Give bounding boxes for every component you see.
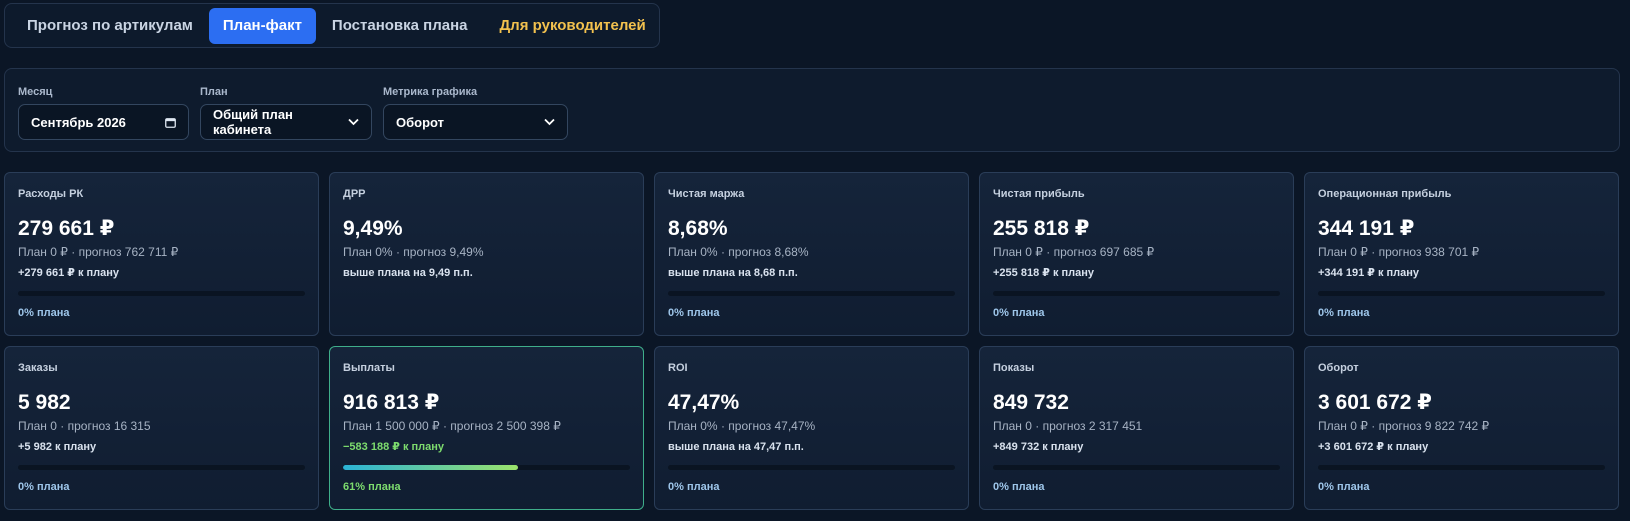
kpi-card-title: Выплаты [343,362,395,374]
metric-filter: Метрика графика Оборот [383,86,568,140]
plan-select[interactable]: Общий план кабинета [200,104,372,140]
kpi-card-delta: +5 982 к плану [18,441,97,453]
plan-value: Общий план кабинета [213,107,293,137]
kpi-card-plan-forecast: План 0 ₽ · прогноз 9 822 742 ₽ [1318,419,1490,433]
kpi-progress-bar [18,465,305,470]
month-label: Месяц [18,86,53,98]
kpi-card-plan-percent: 0% плана [1318,481,1370,493]
kpi-card-title: Показы [993,362,1035,374]
kpi-progress-bar [993,465,1280,470]
kpi-progress-bar [1318,465,1605,470]
month-input[interactable]: Сентябрь 2026 [18,104,189,140]
kpi-card-delta: +849 732 к плану [993,441,1084,453]
kpi-card-plan-percent: 0% плана [18,481,70,493]
kpi-card-plan-forecast: План 0% · прогноз 47,47% [668,419,816,433]
month-value: Сентябрь 2026 [31,114,126,130]
tab-forecast-by-article[interactable]: Прогноз по артикулам [11,8,209,44]
kpi-card-delta: +255 818 ₽ к плану [993,267,1095,279]
kpi-card: Заказы 5 982 План 0 · прогноз 16 315 +5 982… [4,346,319,510]
metric-select[interactable]: Оборот [383,104,568,140]
plan-label: План [200,86,228,98]
kpi-card-value: 9,49% [343,217,403,240]
kpi-card-value: 344 191 ₽ [1318,217,1415,240]
kpi-card-delta: −583 188 ₽ к плану [343,441,445,453]
kpi-card-value: 3 601 672 ₽ [1318,391,1432,414]
kpi-card-plan-forecast: План 0 ₽ · прогноз 762 711 ₽ [18,245,179,259]
kpi-card-plan-percent: 0% плана [668,307,720,319]
kpi-card-plan-percent: 0% плана [993,307,1045,319]
kpi-progress-bar [343,465,630,470]
kpi-card-title: ДРР [343,188,366,200]
kpi-card-plan-forecast: План 0 ₽ · прогноз 697 685 ₽ [993,245,1155,259]
kpi-card-value: 279 661 ₽ [18,217,115,240]
kpi-card-title: Чистая маржа [668,188,745,200]
kpi-card: Расходы РК 279 661 ₽ План 0 ₽ · прогноз 76… [4,172,319,336]
chevron-down-icon [348,118,359,126]
kpi-card-plan-percent: 0% плана [993,481,1045,493]
kpi-card-plan-forecast: План 0 · прогноз 16 315 [18,419,151,433]
kpi-card-delta: +279 661 ₽ к плану [18,267,120,279]
kpi-card: ROI 47,47% План 0% · прогноз 47,47% выше пл… [654,346,969,510]
kpi-card: Оборот 3 601 672 ₽ План 0 ₽ · прогноз 9 82… [1304,346,1619,510]
kpi-card-delta: выше плана на 8,68 п.п. [668,267,798,279]
kpi-card-value: 916 813 ₽ [343,391,440,414]
kpi-card: Операционная прибыль 344 191 ₽ План 0 ₽ · … [1304,172,1619,336]
kpi-card-title: ROI [668,362,688,374]
kpi-card-title: Расходы РК [18,188,84,200]
kpi-card-delta: выше плана на 47,47 п.п. [668,441,804,453]
kpi-card-delta: +344 191 ₽ к плану [1318,267,1420,279]
kpi-progress-bar [18,291,305,296]
kpi-card-delta: +3 601 672 ₽ к плану [1318,441,1429,453]
kpi-card-value: 849 732 [993,391,1069,414]
kpi-card-value: 5 982 [18,391,71,414]
kpi-progress-fill [343,465,519,470]
kpi-card-plan-percent: 0% плана [18,307,70,319]
kpi-card: Показы 849 732 План 0 · прогноз 2 317 451 +… [979,346,1294,510]
kpi-card: Чистая прибыль 255 818 ₽ План 0 ₽ · прогно… [979,172,1294,336]
chevron-down-icon [544,118,555,126]
kpi-card-title: Заказы [18,362,58,374]
kpi-cards-grid: Расходы РК 279 661 ₽ План 0 ₽ · прогноз 76… [4,172,1619,510]
kpi-card-title: Оборот [1318,362,1359,374]
kpi-progress-bar [993,291,1280,296]
metric-label: Метрика графика [383,86,478,98]
kpi-card-delta: выше плана на 9,49 п.п. [343,267,473,279]
kpi-card-plan-percent: 61% плана [343,481,401,493]
kpi-progress-bar [1318,291,1605,296]
kpi-card-title: Операционная прибыль [1318,188,1452,200]
calendar-icon[interactable] [165,117,176,128]
tab-bar: Прогноз по артикулам План-факт Постановк… [4,3,660,48]
metric-value: Оборот [396,114,445,130]
kpi-card-plan-forecast: План 0 · прогноз 2 317 451 [993,419,1143,433]
kpi-card: Выплаты 916 813 ₽ План 1 500 000 ₽ · прогн… [329,346,644,510]
kpi-card-value: 47,47% [668,391,740,414]
filters-panel: Месяц Сентябрь 2026 План Общий план каби… [4,68,1620,152]
kpi-card: ДРР 9,49% План 0% · прогноз 9,49% выше план… [329,172,644,336]
tab-for-managers[interactable]: Для руководителей [484,8,662,44]
kpi-card-plan-percent: 0% плана [668,481,720,493]
tab-plan-setting[interactable]: Постановка плана [316,8,484,44]
kpi-progress-bar [668,465,955,470]
tab-plan-fact[interactable]: План-факт [208,7,316,44]
kpi-card-plan-percent: 0% плана [1318,307,1370,319]
kpi-card: Чистая маржа 8,68% План 0% · прогноз 8,68%… [654,172,969,336]
kpi-card-plan-forecast: План 0% · прогноз 9,49% [343,245,484,259]
kpi-progress-bar [668,291,955,296]
plan-filter: План Общий план кабинета [200,86,372,140]
month-filter: Месяц Сентябрь 2026 [18,86,189,140]
kpi-card-value: 8,68% [668,217,728,240]
kpi-card-value: 255 818 ₽ [993,217,1090,240]
kpi-card-plan-forecast: План 0 ₽ · прогноз 938 701 ₽ [1318,245,1480,259]
kpi-card-title: Чистая прибыль [993,188,1085,200]
kpi-card-plan-forecast: План 0% · прогноз 8,68% [668,245,809,259]
kpi-card-plan-forecast: План 1 500 000 ₽ · прогноз 2 500 398 ₽ [343,419,561,433]
